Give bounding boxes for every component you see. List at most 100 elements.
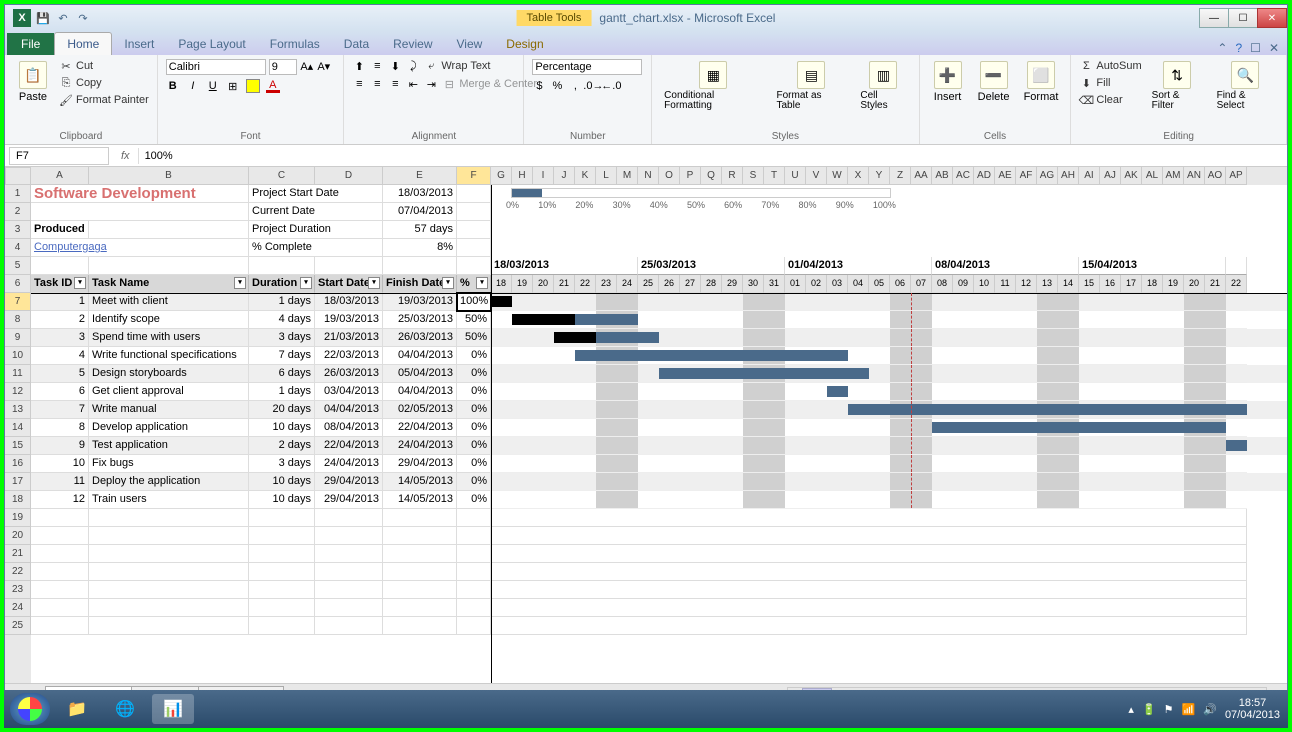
- system-clock[interactable]: 18:57 07/04/2013: [1225, 697, 1280, 721]
- col-header-V[interactable]: V: [806, 167, 827, 185]
- col-header-Y[interactable]: Y: [869, 167, 890, 185]
- row-header-10[interactable]: 10: [5, 347, 31, 365]
- row-header-20[interactable]: 20: [5, 527, 31, 545]
- align-top-icon[interactable]: ⬆: [352, 59, 366, 73]
- col-header-AP[interactable]: AP: [1226, 167, 1247, 185]
- tab-view[interactable]: View: [445, 33, 495, 55]
- cut-button[interactable]: ✂Cut: [59, 59, 149, 73]
- row-header-1[interactable]: 1: [5, 185, 31, 203]
- italic-icon[interactable]: I: [186, 79, 200, 93]
- volume-icon[interactable]: 🔊: [1203, 703, 1217, 716]
- filter-arrow[interactable]: ▾: [234, 277, 246, 289]
- col-header-N[interactable]: N: [638, 167, 659, 185]
- col-header-AB[interactable]: AB: [932, 167, 953, 185]
- number-format-select[interactable]: [532, 59, 642, 75]
- col-header-B[interactable]: B: [89, 167, 249, 185]
- col-header-U[interactable]: U: [785, 167, 806, 185]
- table-row[interactable]: 4Write functional specifications7 days22…: [31, 347, 1287, 365]
- merge-button[interactable]: ⊟Merge & Center: [442, 77, 537, 91]
- row-header-24[interactable]: 24: [5, 599, 31, 617]
- redo-icon[interactable]: ↷: [75, 10, 91, 26]
- row-header-6[interactable]: 6: [5, 275, 31, 293]
- col-header-W[interactable]: W: [827, 167, 848, 185]
- row-header-11[interactable]: 11: [5, 365, 31, 383]
- font-color-icon[interactable]: A: [266, 79, 280, 93]
- row-header-2[interactable]: 2: [5, 203, 31, 221]
- bold-icon[interactable]: B: [166, 79, 180, 93]
- window-restore-icon[interactable]: ☐: [1250, 41, 1261, 55]
- copy-button[interactable]: ⎘Copy: [59, 76, 149, 90]
- table-row[interactable]: 1Meet with client1 days18/03/201319/03/2…: [31, 293, 1287, 311]
- cell-grid[interactable]: Software DevelopmentProject Start Date18…: [31, 185, 1287, 683]
- tab-review[interactable]: Review: [381, 33, 444, 55]
- col-header-A[interactable]: A: [31, 167, 89, 185]
- align-bottom-icon[interactable]: ⬇: [388, 59, 402, 73]
- tab-insert[interactable]: Insert: [112, 33, 166, 55]
- col-header-AL[interactable]: AL: [1142, 167, 1163, 185]
- col-header-AF[interactable]: AF: [1016, 167, 1037, 185]
- format-as-table-button[interactable]: ▤Format as Table: [773, 59, 851, 113]
- table-row[interactable]: 6Get client approval1 days03/04/201304/0…: [31, 383, 1287, 401]
- filter-arrow[interactable]: ▾: [442, 277, 454, 289]
- col-header-Z[interactable]: Z: [890, 167, 911, 185]
- col-header-T[interactable]: T: [764, 167, 785, 185]
- tab-page-layout[interactable]: Page Layout: [166, 33, 257, 55]
- row-header-7[interactable]: 7: [5, 293, 31, 311]
- excel-taskbar-icon[interactable]: 📊: [152, 694, 194, 724]
- row-header-12[interactable]: 12: [5, 383, 31, 401]
- col-header-M[interactable]: M: [617, 167, 638, 185]
- align-right-icon[interactable]: ≡: [388, 77, 402, 91]
- chrome-taskbar-icon[interactable]: 🌐: [104, 694, 146, 724]
- col-header-AK[interactable]: AK: [1121, 167, 1142, 185]
- table-row[interactable]: 3Spend time with users3 days21/03/201326…: [31, 329, 1287, 347]
- align-middle-icon[interactable]: ≡: [370, 59, 384, 73]
- select-all-corner[interactable]: [5, 167, 31, 185]
- tab-home[interactable]: Home: [54, 32, 112, 55]
- col-header-J[interactable]: J: [554, 167, 575, 185]
- border-icon[interactable]: ⊞: [226, 79, 240, 93]
- row-header-8[interactable]: 8: [5, 311, 31, 329]
- row-header-14[interactable]: 14: [5, 419, 31, 437]
- filter-arrow[interactable]: ▾: [74, 277, 86, 289]
- col-header-O[interactable]: O: [659, 167, 680, 185]
- row-header-16[interactable]: 16: [5, 455, 31, 473]
- find-select-button[interactable]: 🔍Find & Select: [1213, 59, 1278, 113]
- row-header-13[interactable]: 13: [5, 401, 31, 419]
- table-row[interactable]: 10Fix bugs3 days24/04/201329/04/20130%: [31, 455, 1287, 473]
- tray-up-icon[interactable]: ▴: [1128, 703, 1134, 716]
- decrease-decimal-icon[interactable]: ←.0: [604, 79, 618, 93]
- col-header-AJ[interactable]: AJ: [1100, 167, 1121, 185]
- row-header-19[interactable]: 19: [5, 509, 31, 527]
- fx-icon[interactable]: fx: [113, 150, 138, 162]
- font-name-select[interactable]: [166, 59, 266, 75]
- underline-icon[interactable]: U: [206, 79, 220, 93]
- row-header-18[interactable]: 18: [5, 491, 31, 509]
- col-header-AA[interactable]: AA: [911, 167, 932, 185]
- flag-icon[interactable]: ⚑: [1164, 703, 1174, 716]
- battery-icon[interactable]: 🔋: [1142, 703, 1156, 716]
- undo-icon[interactable]: ↶: [55, 10, 71, 26]
- format-painter-button[interactable]: 🖌Format Painter: [59, 93, 149, 107]
- tab-file[interactable]: File: [7, 33, 54, 55]
- col-header-P[interactable]: P: [680, 167, 701, 185]
- col-header-F[interactable]: F: [457, 167, 491, 185]
- table-row[interactable]: 9Test application2 days22/04/201324/04/2…: [31, 437, 1287, 455]
- fill-button[interactable]: ⬇Fill: [1079, 76, 1141, 90]
- col-header-S[interactable]: S: [743, 167, 764, 185]
- fill-color-icon[interactable]: [246, 79, 260, 93]
- column-headers[interactable]: ABCDEFGHIJKLMNOPQRSTUVWXYZAAABACADAEAFAG…: [31, 167, 1287, 185]
- filter-arrow[interactable]: ▾: [368, 277, 380, 289]
- decrease-font-icon[interactable]: A▾: [317, 59, 331, 73]
- table-row[interactable]: 12Train users10 days29/04/201314/05/2013…: [31, 491, 1287, 509]
- paste-button[interactable]: 📋 Paste: [13, 59, 53, 105]
- minimize-ribbon-icon[interactable]: ⌃: [1217, 41, 1227, 55]
- table-row[interactable]: 11Deploy the application10 days29/04/201…: [31, 473, 1287, 491]
- col-header-AN[interactable]: AN: [1184, 167, 1205, 185]
- increase-decimal-icon[interactable]: .0→: [586, 79, 600, 93]
- help-icon[interactable]: ?: [1235, 41, 1242, 55]
- col-header-AI[interactable]: AI: [1079, 167, 1100, 185]
- col-header-L[interactable]: L: [596, 167, 617, 185]
- percent-icon[interactable]: %: [550, 79, 564, 93]
- tab-design[interactable]: Design: [494, 33, 555, 55]
- indent-inc-icon[interactable]: ⇥: [424, 77, 438, 91]
